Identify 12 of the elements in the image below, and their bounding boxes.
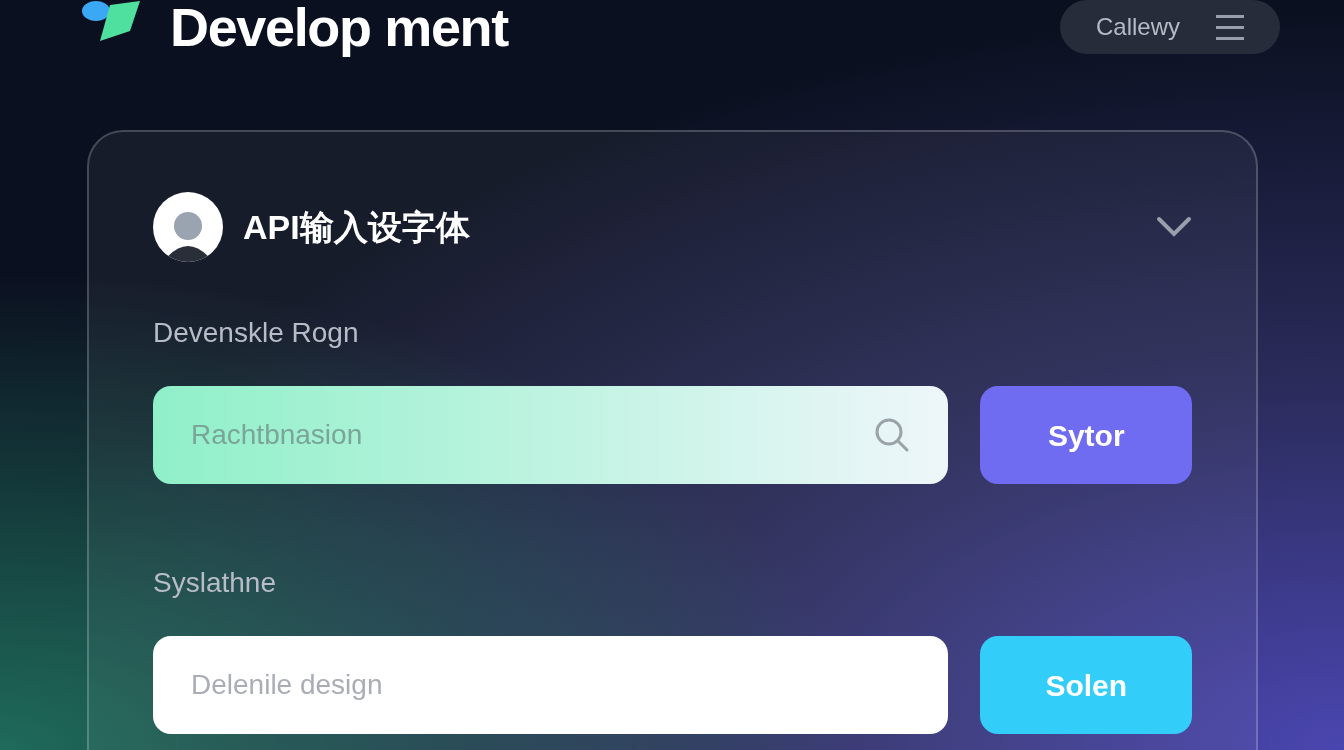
action-button[interactable]: Sytor	[980, 386, 1192, 484]
input-field[interactable]: Delenile design	[191, 664, 911, 706]
search-icon	[874, 417, 911, 453]
field-label: Devenskle Rogn	[153, 316, 360, 350]
menu-button[interactable]: Callewy	[1059, 0, 1280, 54]
card-title: API输入设字体	[243, 206, 470, 248]
chevron-down-icon[interactable]	[1156, 216, 1192, 238]
search-field[interactable]: Rachtbnasion	[191, 414, 875, 456]
search-box[interactable]: Rachtbnasion	[153, 386, 949, 484]
field-label: Syslathne	[153, 566, 277, 600]
menu-icon	[1216, 13, 1244, 41]
text-box[interactable]: Delenile design	[153, 636, 949, 734]
